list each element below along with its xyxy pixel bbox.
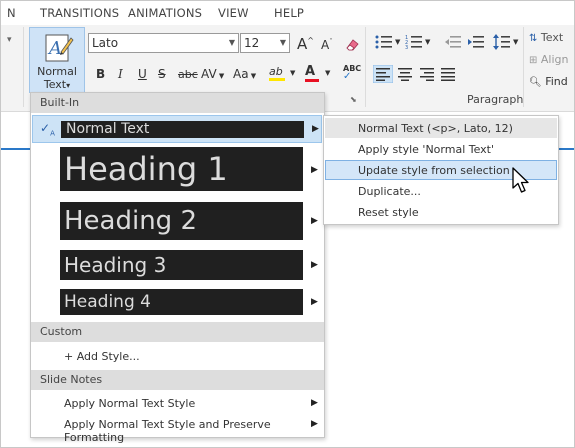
- find-button[interactable]: 🔍︎ Find: [529, 75, 568, 88]
- align-left-icon[interactable]: [373, 65, 393, 83]
- apply-normal-text-preserve-item[interactable]: Apply Normal Text Style and Preserve For…: [64, 418, 324, 444]
- font-size-value: 12: [244, 36, 260, 50]
- align-text-icon: ⊞: [529, 55, 538, 66]
- style-swatch-heading-4: Heading 4: [60, 289, 303, 315]
- chevron-down-icon[interactable]: ▼: [290, 69, 295, 77]
- normal-text-label-line2: Text▾: [43, 78, 71, 91]
- character-spacing-button[interactable]: AV ▼: [201, 67, 224, 81]
- numbering-icon[interactable]: 1 2 3: [405, 35, 423, 49]
- ribbon-tabs: N TRANSITIONS ANIMATIONS VIEW HELP: [1, 1, 574, 25]
- add-style-item[interactable]: + Add Style...: [64, 350, 140, 363]
- bold-button[interactable]: B: [96, 67, 105, 81]
- chevron-down-icon: ▾: [66, 81, 71, 90]
- paragraph-group-label: Paragraph: [467, 93, 524, 106]
- font-name-value: Lato: [92, 36, 119, 50]
- line-spacing-icon[interactable]: [493, 33, 511, 51]
- bullets-icon[interactable]: [375, 35, 393, 49]
- tab-animations[interactable]: ANIMATIONS: [128, 6, 202, 20]
- strikethrough-button[interactable]: S: [158, 67, 166, 81]
- align-center-icon[interactable]: [397, 67, 413, 81]
- submenu-arrow-icon: ▶: [311, 165, 318, 175]
- chevron-down-icon[interactable]: ▼: [229, 38, 235, 47]
- ribbon-separator: [523, 27, 524, 107]
- section-header-custom: Custom: [31, 322, 324, 342]
- apply-normal-text-style-item[interactable]: Apply Normal Text Style: [64, 397, 195, 410]
- grow-font-icon[interactable]: A^: [297, 35, 314, 53]
- submenu-arrow-icon: ▶: [311, 297, 318, 307]
- ribbon-left-scroll-icon[interactable]: ▾: [7, 35, 12, 45]
- style-item-heading-2[interactable]: Heading 2 ▶: [32, 202, 322, 240]
- small-caps-button[interactable]: abc: [178, 68, 198, 81]
- italic-button[interactable]: I: [118, 67, 123, 81]
- submenu-arrow-icon: ▶: [311, 216, 318, 226]
- normal-text-style-icon: A: [45, 34, 74, 62]
- justify-icon[interactable]: [440, 67, 456, 81]
- style-swatch-heading-1: Heading 1: [60, 147, 303, 191]
- chevron-down-icon[interactable]: ▼: [325, 69, 330, 77]
- style-item-normal-text[interactable]: ✓A Normal Text ▶: [32, 115, 322, 143]
- style-swatch-heading-3: Heading 3: [60, 250, 303, 280]
- normal-text-label-line1: Normal: [37, 65, 77, 78]
- spelling-button[interactable]: ABC ✓: [343, 64, 361, 82]
- change-case-button[interactable]: Aa ▼: [233, 67, 256, 81]
- decrease-indent-icon[interactable]: [444, 35, 462, 49]
- reset-style-item[interactable]: Reset style: [325, 202, 557, 222]
- normal-text-button[interactable]: A Normal Text▾: [29, 27, 85, 93]
- checkmark-icon: ✓A: [40, 121, 55, 138]
- submenu-arrow-icon: ▶: [312, 124, 319, 134]
- font-color-button[interactable]: A: [305, 64, 319, 82]
- style-swatch-heading-2: Heading 2: [60, 202, 303, 240]
- submenu-arrow-icon: ▶: [311, 419, 318, 429]
- chevron-down-icon[interactable]: ▼: [513, 38, 518, 46]
- ribbon-separator: [23, 27, 24, 107]
- tab-help[interactable]: HELP: [274, 6, 304, 20]
- tab-view[interactable]: VIEW: [218, 6, 249, 20]
- text-direction-button[interactable]: ⇅ Text: [529, 31, 563, 44]
- section-header-builtin: Built-In: [31, 93, 324, 113]
- chevron-down-icon[interactable]: ▼: [425, 38, 430, 46]
- svg-text:3: 3: [405, 45, 408, 49]
- highlight-color-button[interactable]: ab: [269, 65, 285, 81]
- font-dialog-launcher-icon[interactable]: ⬊: [350, 95, 357, 104]
- chevron-down-icon[interactable]: ▼: [395, 38, 400, 46]
- submenu-arrow-icon: ▶: [311, 398, 318, 408]
- align-text-button[interactable]: ⊞ Align: [529, 53, 568, 66]
- ribbon-separator: [365, 27, 366, 107]
- apply-style-item[interactable]: Apply style 'Normal Text': [325, 139, 557, 159]
- style-item-heading-1[interactable]: Heading 1 ▶: [32, 147, 322, 191]
- app-window: N TRANSITIONS ANIMATIONS VIEW HELP ▾ A N…: [0, 0, 575, 448]
- style-item-heading-4[interactable]: Heading 4 ▶: [32, 289, 322, 315]
- find-icon: 🔍︎: [529, 77, 542, 88]
- svg-text:A: A: [47, 38, 62, 59]
- tab-transitions[interactable]: TRANSITIONS: [40, 6, 119, 20]
- underline-button[interactable]: U: [138, 67, 147, 81]
- submenu-style-info: Normal Text (<p>, Lato, 12): [325, 118, 557, 138]
- font-name-combo[interactable]: Lato ▼: [88, 33, 239, 53]
- shrink-font-icon[interactable]: Aˇ: [321, 38, 333, 52]
- chevron-down-icon[interactable]: ▼: [280, 38, 286, 47]
- font-size-combo[interactable]: 12 ▼: [240, 33, 290, 53]
- text-direction-icon: ⇅: [529, 33, 538, 44]
- tab-n[interactable]: N: [7, 6, 16, 20]
- section-header-slide-notes: Slide Notes: [31, 370, 324, 390]
- style-swatch-normal-text: Normal Text: [61, 121, 304, 138]
- align-right-icon[interactable]: [419, 67, 435, 81]
- style-item-heading-3[interactable]: Heading 3 ▶: [32, 250, 322, 280]
- clear-format-icon[interactable]: [344, 36, 360, 52]
- mouse-cursor-icon: [512, 167, 529, 193]
- increase-indent-icon[interactable]: [467, 35, 485, 49]
- style-dropdown-menu: Built-In ✓A Normal Text ▶ Heading 1 ▶ He…: [30, 92, 325, 444]
- submenu-arrow-icon: ▶: [311, 260, 318, 270]
